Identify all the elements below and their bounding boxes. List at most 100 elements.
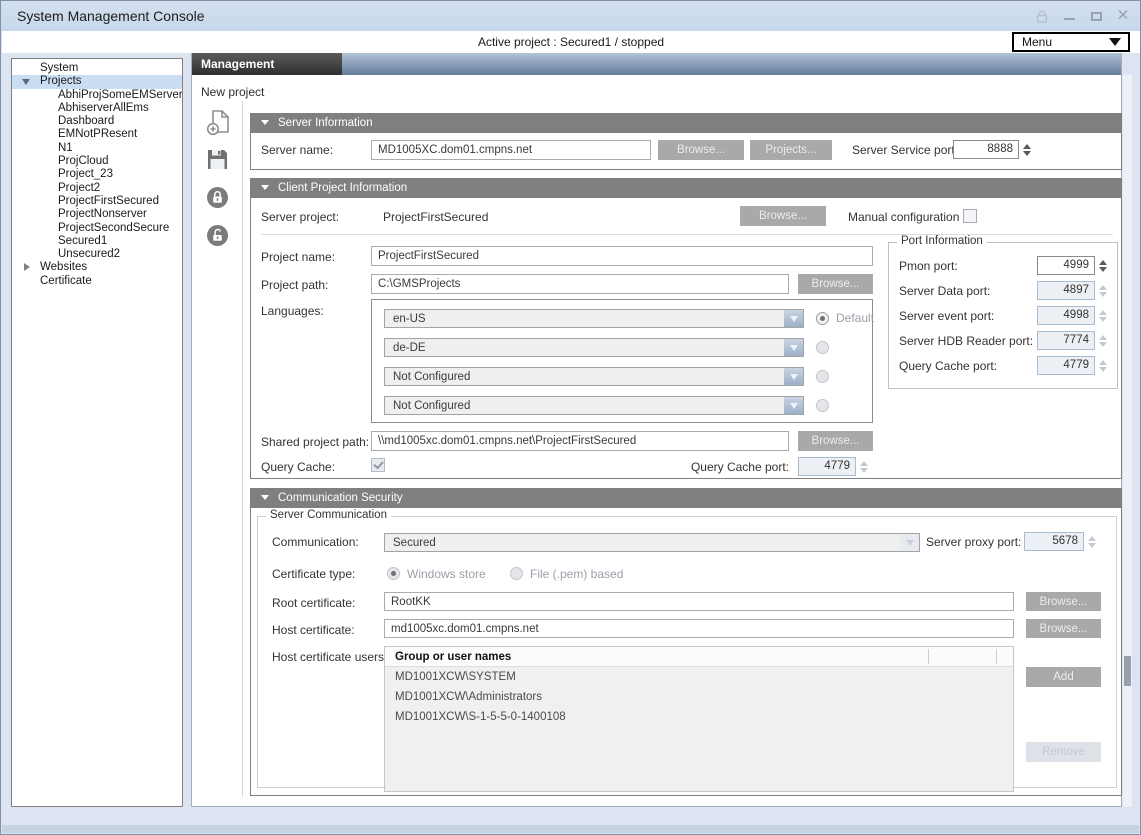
column-divider bbox=[996, 649, 997, 664]
root-cert-browse-button[interactable]: Browse... bbox=[1026, 592, 1101, 611]
tree-item-system[interactable]: System bbox=[12, 62, 182, 75]
project-name-input[interactable] bbox=[371, 246, 873, 266]
query-cache-port-label: Query Cache port: bbox=[651, 460, 789, 474]
tree-item-abhiprojsomeemserver[interactable]: AbhiProjSomeEMServer bbox=[12, 89, 182, 102]
pem-file-label: File (.pem) based bbox=[530, 567, 623, 581]
project-path-input[interactable] bbox=[371, 274, 789, 294]
tree-item-websites[interactable]: Websites bbox=[12, 261, 182, 274]
tree-expand-icon[interactable] bbox=[24, 263, 30, 271]
tree-item-project_23[interactable]: Project_23 bbox=[12, 168, 182, 181]
spin-value[interactable]: 8888 bbox=[953, 140, 1019, 159]
titlebar-lock-icon bbox=[1035, 9, 1049, 23]
server-info-header[interactable]: Server Information bbox=[250, 113, 1122, 133]
comm-security-body: Server Communication Communication: Secu… bbox=[250, 508, 1122, 796]
tree-collapse-icon[interactable] bbox=[22, 79, 30, 85]
windows-store-label: Windows store bbox=[407, 567, 486, 581]
scrollbar-thumb[interactable] bbox=[1124, 656, 1131, 686]
tree-item-label: Dashboard bbox=[58, 115, 114, 127]
tree-item-projectsecondsecure[interactable]: ProjectSecondSecure bbox=[12, 222, 182, 235]
manual-config-checkbox[interactable] bbox=[963, 209, 977, 223]
language-dropdown-2[interactable]: de-DE bbox=[384, 338, 804, 357]
host-cert-users-label: Host certificate users: bbox=[272, 650, 387, 664]
tree-item-label: Projects bbox=[40, 75, 82, 87]
unlock-icon[interactable] bbox=[206, 224, 232, 250]
port-spinner: 7774 bbox=[1037, 331, 1109, 350]
tree-item-unsecured2[interactable]: Unsecured2 bbox=[12, 248, 182, 261]
tree-item-n1[interactable]: N1 bbox=[12, 142, 182, 155]
collapse-icon[interactable] bbox=[261, 120, 269, 125]
host-cert-users-list[interactable]: Group or user names MD1001XCW\SYSTEMMD10… bbox=[384, 646, 1014, 792]
spin-up-icon bbox=[1099, 360, 1107, 365]
server-project-browse-button[interactable]: Browse... bbox=[740, 206, 826, 226]
port-value: 4779 bbox=[1037, 356, 1095, 375]
spin-down-icon bbox=[1088, 543, 1096, 548]
port-value[interactable]: 4999 bbox=[1037, 256, 1095, 275]
spin-down-icon[interactable] bbox=[1099, 267, 1107, 272]
language-dropdown-4[interactable]: Not Configured bbox=[384, 396, 804, 415]
server-communication-legend: Server Communication bbox=[266, 509, 391, 521]
tab-strip: Management bbox=[192, 53, 1121, 75]
maximize-button[interactable] bbox=[1089, 9, 1103, 23]
server-name-input[interactable] bbox=[371, 140, 651, 160]
vertical-scrollbar[interactable] bbox=[1123, 75, 1132, 807]
spin-up-icon[interactable] bbox=[1099, 260, 1107, 265]
host-cert-browse-button[interactable]: Browse... bbox=[1026, 619, 1101, 638]
spin-up-icon bbox=[1099, 335, 1107, 340]
collapse-icon[interactable] bbox=[261, 185, 269, 190]
tree-item-projcloud[interactable]: ProjCloud bbox=[12, 155, 182, 168]
chevron-down-icon bbox=[784, 339, 803, 356]
tree-item-emnotpresent[interactable]: EMNotPResent bbox=[12, 128, 182, 141]
remove-user-button: Remove bbox=[1026, 742, 1101, 762]
tree-item-abhiserverallems[interactable]: AbhiserverAllEms bbox=[12, 102, 182, 115]
add-user-button[interactable]: Add bbox=[1026, 667, 1101, 687]
host-cert-input[interactable] bbox=[384, 619, 1014, 638]
comm-security-header[interactable]: Communication Security bbox=[250, 488, 1122, 508]
tree-item-project2[interactable]: Project2 bbox=[12, 182, 182, 195]
active-project-status: Active project : Secured1 / stopped bbox=[2, 35, 1140, 49]
spin-up-icon bbox=[1088, 536, 1096, 541]
user-list-item[interactable]: MD1001XCW\Administrators bbox=[385, 687, 1013, 707]
language-default-radio-1 bbox=[816, 312, 829, 325]
spinner-arrows[interactable] bbox=[1021, 144, 1033, 156]
port-value: 4897 bbox=[1037, 281, 1095, 300]
spin-up-icon bbox=[860, 461, 868, 466]
projects-button[interactable]: Projects... bbox=[750, 140, 832, 160]
spin-down-icon[interactable] bbox=[1023, 151, 1031, 156]
host-cert-label: Host certificate: bbox=[272, 623, 355, 637]
tree-item-projects[interactable]: Projects bbox=[12, 75, 182, 88]
tree-item-secured1[interactable]: Secured1 bbox=[12, 235, 182, 248]
shared-path-input[interactable] bbox=[371, 431, 789, 451]
tree-item-dashboard[interactable]: Dashboard bbox=[12, 115, 182, 128]
port-information-group: Port Information Pmon port:4999Server Da… bbox=[888, 242, 1118, 389]
client-info-body: Server project: ProjectFirstSecured Brow… bbox=[250, 198, 1122, 479]
port-information-legend: Port Information bbox=[897, 235, 987, 247]
tree-item-projectnonserver[interactable]: ProjectNonserver bbox=[12, 208, 182, 221]
language-dropdown-3[interactable]: Not Configured bbox=[384, 367, 804, 386]
collapse-icon[interactable] bbox=[261, 495, 269, 500]
tree-item-projectfirstsecured[interactable]: ProjectFirstSecured bbox=[12, 195, 182, 208]
user-list-item[interactable]: MD1001XCW\S-1-5-5-0-1400108 bbox=[385, 707, 1013, 727]
menu-dropdown[interactable]: Menu bbox=[1012, 32, 1130, 52]
lock-icon[interactable] bbox=[206, 186, 232, 212]
shared-path-browse-button[interactable]: Browse... bbox=[798, 431, 873, 451]
project-path-browse-button[interactable]: Browse... bbox=[798, 274, 873, 294]
server-browse-button[interactable]: Browse... bbox=[658, 140, 744, 160]
project-path-label: Project path: bbox=[261, 278, 328, 292]
root-cert-input[interactable] bbox=[384, 592, 1014, 611]
save-icon[interactable] bbox=[206, 148, 232, 174]
spin-up-icon[interactable] bbox=[1023, 144, 1031, 149]
communication-dropdown: Secured bbox=[384, 533, 920, 552]
chevron-down-icon bbox=[900, 534, 919, 551]
spin-down-icon bbox=[1099, 367, 1107, 372]
close-button[interactable]: ✕ bbox=[1116, 9, 1130, 23]
user-list-item[interactable]: MD1001XCW\SYSTEM bbox=[385, 667, 1013, 687]
tree-item-label: ProjCloud bbox=[58, 155, 109, 167]
tab-management[interactable]: Management bbox=[192, 53, 342, 75]
new-project-icon[interactable] bbox=[206, 109, 232, 135]
client-info-header[interactable]: Client Project Information bbox=[250, 178, 1122, 198]
tree-item-certificate[interactable]: Certificate bbox=[12, 275, 182, 288]
language-dropdown-1[interactable]: en-US bbox=[384, 309, 804, 328]
spin-up-icon bbox=[1099, 310, 1107, 315]
minimize-button[interactable] bbox=[1062, 9, 1076, 23]
spinner-arrows[interactable] bbox=[1097, 260, 1109, 272]
